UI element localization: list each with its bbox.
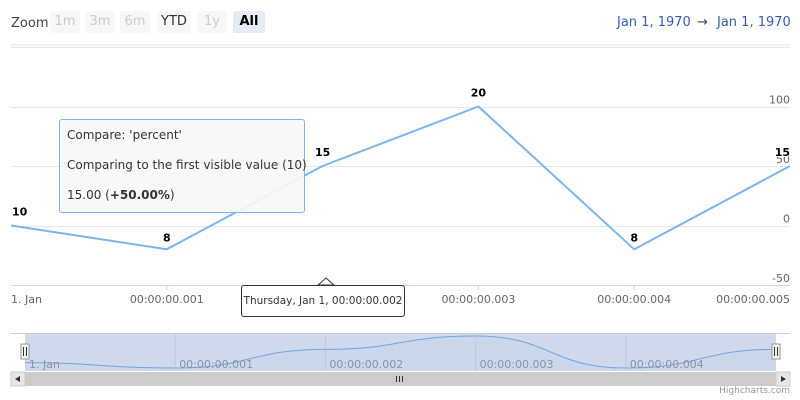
navigator-selection bbox=[25, 333, 776, 371]
handle-body bbox=[771, 343, 781, 360]
tooltip-line-value: 15.00 (+50.00%) bbox=[67, 188, 175, 202]
navigator-handle-right[interactable] bbox=[771, 343, 781, 360]
data-label: 15 bbox=[775, 146, 790, 159]
range-to-input[interactable]: Jan 1, 1970 bbox=[717, 15, 791, 30]
credits-link[interactable]: Highcharts.com bbox=[719, 386, 790, 396]
data-label: 15 bbox=[315, 146, 330, 159]
stock-chart-widget: -50050100 1. Jan00:00:00.00100:00:00.002… bbox=[0, 0, 800, 400]
navigator[interactable]: 1. Jan00:00:00.00100:00:00.00200:00:00.0… bbox=[11, 333, 790, 371]
crosshair-x-label: Thursday, Jan 1, 00:00:00.002 bbox=[241, 285, 405, 317]
scrollbar[interactable] bbox=[10, 371, 791, 387]
scrollbar-thumb bbox=[25, 372, 776, 386]
tooltip-line-description: Comparing to the first visible value (10… bbox=[67, 158, 307, 172]
tooltip-line-compare: Compare: 'percent' bbox=[67, 128, 182, 142]
data-label: 20 bbox=[471, 87, 487, 100]
tooltip: Compare: 'percent' Comparing to the firs… bbox=[59, 119, 307, 213]
y-tick-label: 100 bbox=[769, 94, 790, 107]
y-axis: -50050100 bbox=[769, 94, 790, 286]
zoom-button-1y[interactable]: 1y bbox=[197, 11, 227, 33]
zoom-button-1m[interactable]: 1m bbox=[50, 11, 80, 33]
zoom-button-3m[interactable]: 3m bbox=[85, 11, 115, 33]
zoom-label: Zoom bbox=[11, 16, 49, 31]
data-label: 10 bbox=[12, 206, 28, 219]
x-tick-label: 1. Jan bbox=[11, 293, 42, 306]
zoom-button-all[interactable]: All bbox=[233, 11, 265, 33]
zoom-button-6m[interactable]: 6m bbox=[120, 11, 150, 33]
y-tick-label: 0 bbox=[783, 213, 790, 226]
y-tick-label: -50 bbox=[772, 272, 790, 285]
range-from-input[interactable]: Jan 1, 1970 bbox=[617, 15, 691, 30]
x-tick-label: 00:00:00.005 bbox=[716, 293, 790, 306]
x-tick-label: 00:00:00.004 bbox=[597, 293, 671, 306]
x-tick-label: 00:00:00.003 bbox=[441, 293, 515, 306]
range-arrow: → bbox=[697, 15, 708, 30]
data-label: 8 bbox=[163, 231, 171, 244]
x-tick-label: 00:00:00.001 bbox=[130, 293, 204, 306]
navigator-handle-left[interactable] bbox=[20, 343, 30, 360]
zoom-button-ytd[interactable]: YTD bbox=[157, 11, 191, 33]
crosshair-pointer bbox=[316, 277, 336, 286]
handle-body bbox=[20, 343, 30, 360]
data-label: 8 bbox=[630, 231, 638, 244]
